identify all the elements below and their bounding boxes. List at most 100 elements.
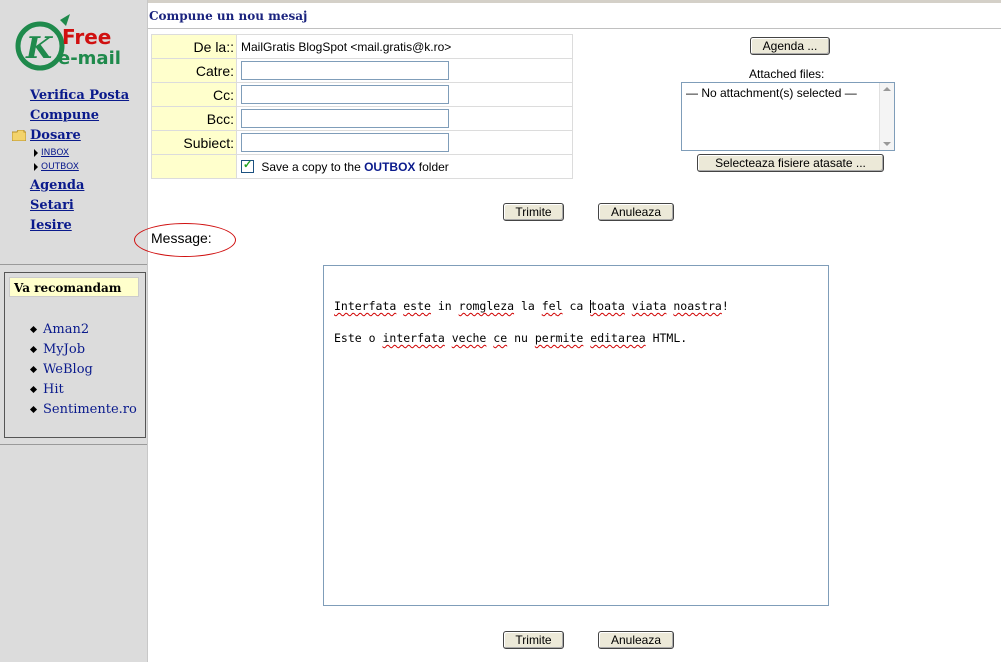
recommend-link[interactable]: Hit bbox=[43, 382, 64, 397]
nav-iesire[interactable]: Iesire bbox=[30, 218, 84, 238]
nav-setari[interactable]: Setari bbox=[30, 198, 84, 218]
logo: K Free e-mail bbox=[15, 14, 121, 71]
cancel-button-top[interactable]: Anuleaza bbox=[598, 203, 674, 221]
message-textarea[interactable]: Interfata este in romgleza la fel ca toa… bbox=[323, 265, 829, 606]
select-attachments-button[interactable]: Selecteaza fisiere atasate ... bbox=[697, 154, 884, 172]
nav-compune[interactable]: Compune bbox=[30, 108, 129, 128]
save-copy-label: Save a copy to the OUTBOX folder bbox=[261, 160, 448, 174]
save-copy-prefix: Save a copy to the bbox=[261, 159, 361, 174]
list-item: Hit bbox=[29, 379, 137, 399]
subfolder-list: INBOX OUTBOX bbox=[34, 146, 79, 174]
from-label: De la:: bbox=[151, 34, 237, 59]
recommend-link[interactable]: Sentimente.ro bbox=[43, 402, 137, 417]
nav-verifica-posta[interactable]: Verifica Posta bbox=[30, 88, 129, 108]
scroll-up-icon bbox=[883, 87, 891, 91]
send-button-top[interactable]: Trimite bbox=[503, 203, 564, 221]
arrow-right-icon bbox=[34, 163, 38, 171]
message-word: editarea bbox=[590, 331, 646, 345]
list-item: Aman2 bbox=[29, 319, 137, 339]
save-copy-folder: OUTBOX bbox=[364, 159, 416, 174]
message-word: toata bbox=[590, 299, 625, 313]
cc-label: Cc: bbox=[151, 82, 237, 107]
title-divider bbox=[148, 28, 1001, 29]
message-word: noastra bbox=[673, 299, 722, 313]
recommend-link[interactable]: Aman2 bbox=[43, 322, 89, 337]
subject-label: Subiect: bbox=[151, 130, 237, 155]
subfolder-inbox[interactable]: INBOX bbox=[41, 148, 69, 158]
logo-free: Free bbox=[62, 25, 111, 49]
top-strip bbox=[0, 0, 1001, 3]
list-item: Sentimente.ro bbox=[29, 399, 137, 419]
empty-label-cell bbox=[151, 154, 237, 179]
highlight-oval bbox=[134, 223, 236, 257]
subject-field[interactable] bbox=[241, 133, 449, 152]
bcc-field[interactable] bbox=[241, 109, 449, 128]
arrow-right-icon bbox=[34, 149, 38, 157]
recommend-title: Va recomandam bbox=[9, 277, 139, 297]
message-line-1: Interfata este in romgleza la fel ca toa… bbox=[334, 299, 729, 313]
bcc-label: Bcc: bbox=[151, 106, 237, 131]
from-value: MailGratis BlogSpot <mail.gratis@k.ro> bbox=[236, 34, 573, 59]
message-word: Interfata bbox=[334, 299, 397, 313]
recommend-link[interactable]: MyJob bbox=[43, 342, 85, 357]
cancel-button-bottom[interactable]: Anuleaza bbox=[598, 631, 674, 649]
attachments-scrollbar[interactable] bbox=[879, 83, 894, 150]
nav-agenda[interactable]: Agenda bbox=[30, 178, 84, 198]
message-text: HTML. bbox=[645, 331, 688, 345]
nav-dosare[interactable]: Dosare bbox=[30, 128, 81, 143]
message-word: veche bbox=[451, 331, 487, 345]
logo-email: e-mail bbox=[58, 48, 121, 69]
bullet-icon bbox=[29, 405, 38, 413]
message-word: permite bbox=[534, 331, 584, 345]
message-word: fel bbox=[541, 299, 563, 313]
attachments-list[interactable]: — No attachment(s) selected — bbox=[681, 82, 895, 151]
message-line-2: Este o interfata veche ce nu permite edi… bbox=[334, 331, 687, 345]
save-copy-checkbox[interactable] bbox=[241, 158, 254, 174]
message-text bbox=[625, 299, 632, 313]
bullet-icon bbox=[29, 385, 38, 393]
message-word: viata bbox=[631, 299, 667, 313]
list-item: MyJob bbox=[29, 339, 137, 359]
attachment-placeholder: — No attachment(s) selected — bbox=[686, 86, 857, 100]
subfolder-outbox-row: OUTBOX bbox=[34, 160, 79, 174]
attached-files-label: Attached files: bbox=[749, 67, 825, 81]
agenda-button[interactable]: Agenda ... bbox=[750, 37, 830, 55]
logo-letter: K bbox=[25, 31, 54, 66]
send-button-bottom[interactable]: Trimite bbox=[503, 631, 564, 649]
to-label: Catre: bbox=[151, 58, 237, 83]
message-text: in bbox=[430, 299, 459, 313]
message-word: ce bbox=[493, 331, 508, 345]
recommend-box: Va recomandam Aman2 MyJob WeBlog Hit Sen… bbox=[4, 272, 146, 438]
sidebar: K Free e-mail Verifica Posta Compune Dos… bbox=[0, 0, 148, 662]
sidebar-divider bbox=[0, 444, 147, 445]
list-item: WeBlog bbox=[29, 359, 137, 379]
message-text: Este bbox=[334, 331, 362, 345]
bullet-icon bbox=[29, 325, 38, 333]
bullet-icon bbox=[29, 345, 38, 353]
message-word: este bbox=[403, 299, 431, 313]
bullet-icon bbox=[29, 365, 38, 373]
message-word: romgleza bbox=[458, 299, 515, 313]
message-text: la bbox=[514, 299, 542, 313]
nav-top: Verifica Posta Compune bbox=[30, 88, 129, 128]
folder-icon bbox=[12, 130, 26, 141]
to-field[interactable] bbox=[241, 61, 449, 80]
page-title: Compune un nou mesaj bbox=[149, 9, 308, 23]
sidebar-divider bbox=[0, 264, 147, 265]
scroll-down-icon bbox=[883, 142, 891, 146]
subfolder-inbox-row: INBOX bbox=[34, 146, 79, 160]
save-copy-suffix: folder bbox=[418, 159, 449, 174]
message-text: o bbox=[361, 331, 383, 345]
recommend-list: Aman2 MyJob WeBlog Hit Sentimente.ro bbox=[29, 319, 137, 419]
recommend-link[interactable]: WeBlog bbox=[43, 362, 93, 377]
message-text bbox=[445, 331, 452, 345]
compose-form: De la:: MailGratis BlogSpot <mail.gratis… bbox=[151, 34, 573, 179]
message-text: ! bbox=[721, 299, 729, 313]
nav-bottom: Agenda Setari Iesire bbox=[30, 178, 84, 238]
folders-row: Dosare bbox=[12, 128, 81, 143]
cc-field[interactable] bbox=[241, 85, 449, 104]
message-text: nu bbox=[507, 331, 535, 345]
message-word: interfata bbox=[382, 331, 445, 345]
subfolder-outbox[interactable]: OUTBOX bbox=[41, 162, 79, 172]
message-text: ca bbox=[562, 299, 591, 313]
